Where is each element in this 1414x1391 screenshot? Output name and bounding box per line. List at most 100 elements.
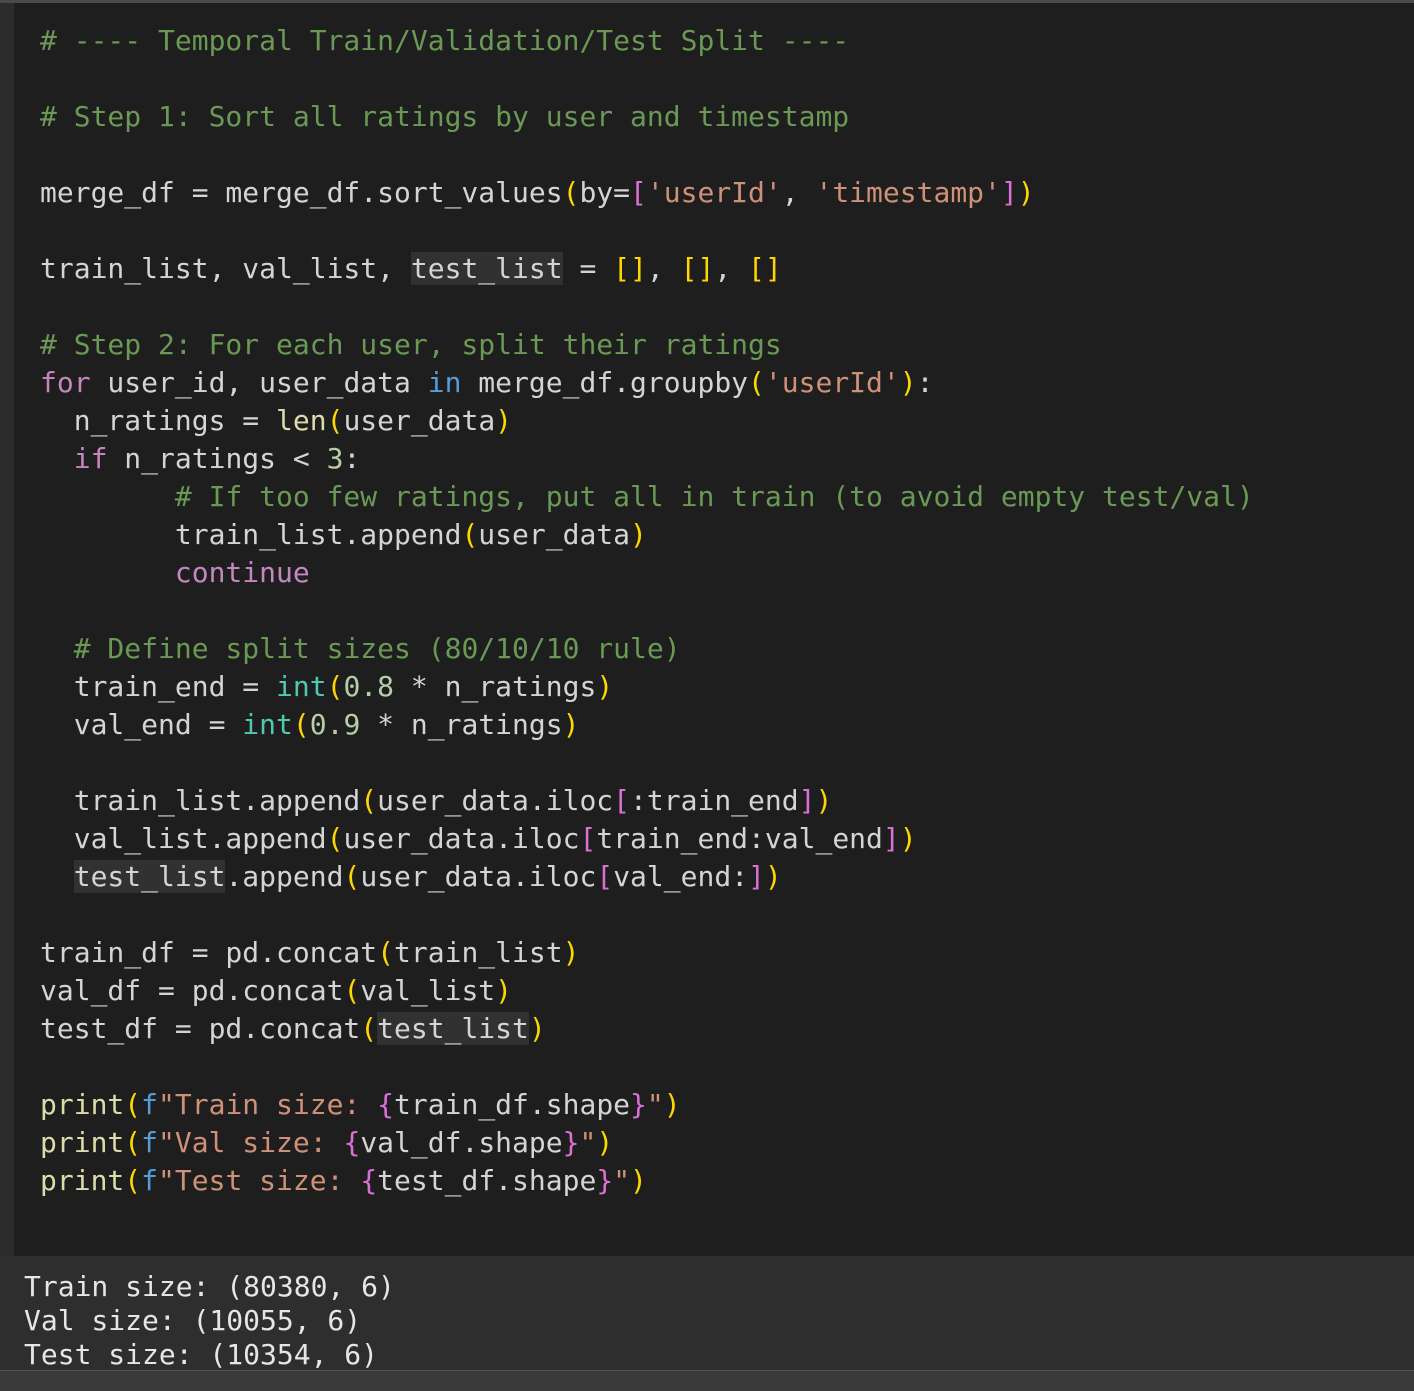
- code-token: test_df = pd.concat: [40, 1012, 361, 1045]
- code-token: }: [562, 1126, 580, 1159]
- code-line: train_list.append(user_data.iloc[:train_…: [40, 782, 1254, 820]
- code-line: test_list.append(user_data.iloc[val_end:…: [40, 858, 1254, 896]
- code-token: 0.9: [309, 708, 361, 741]
- code-line: train_list.append(user_data): [40, 516, 1254, 554]
- code-line: # Define split sizes (80/10/10 rule): [40, 630, 1254, 668]
- code-token: ): [528, 1012, 546, 1045]
- code-token: ): [1017, 176, 1035, 209]
- code-token: ): [495, 974, 513, 1007]
- code-token: (: [461, 518, 479, 551]
- code-token: 'userId': [764, 366, 900, 399]
- code-line: # Step 2: For each user, split their rat…: [40, 326, 1254, 364]
- code-token: (: [326, 670, 344, 703]
- code-token: in: [427, 366, 462, 399]
- code-token: continue: [174, 556, 310, 589]
- code-token: ): [663, 1088, 681, 1121]
- code-token: ]: [882, 822, 900, 855]
- code-token: [: [579, 822, 597, 855]
- code-line: # Step 1: Sort all ratings by user and t…: [40, 98, 1254, 136]
- code-block[interactable]: # ---- Temporal Train/Validation/Test Sp…: [40, 22, 1254, 1200]
- code-token: test_list: [410, 252, 563, 285]
- code-token: "Val size:: [158, 1126, 344, 1159]
- code-token: len: [276, 404, 327, 437]
- code-token: ): [899, 366, 917, 399]
- code-line: # If too few ratings, put all in train (…: [40, 478, 1254, 516]
- code-token: :: [343, 442, 361, 475]
- code-token: * n_ratings: [394, 670, 597, 703]
- code-token: ): [596, 1126, 614, 1159]
- code-token: print: [40, 1126, 125, 1159]
- code-token: f: [141, 1164, 159, 1197]
- code-token: ): [630, 1164, 647, 1197]
- code-token: val_df.shape: [360, 1126, 563, 1159]
- code-token: train_list.append: [40, 518, 462, 551]
- code-token: for: [40, 366, 91, 399]
- code-line: val_end = int(0.9 * n_ratings): [40, 706, 1254, 744]
- code-token: .append: [225, 860, 344, 893]
- code-token: # Step 1: Sort all ratings by user and t…: [40, 100, 850, 133]
- code-line: test_df = pd.concat(test_list): [40, 1010, 1254, 1048]
- code-line: print(f"Train size: {train_df.shape}"): [40, 1086, 1254, 1124]
- code-token: train_df.shape: [394, 1088, 631, 1121]
- code-token: * n_ratings: [360, 708, 563, 741]
- code-token: [: [613, 784, 631, 817]
- code-line: train_df = pd.concat(train_list): [40, 934, 1254, 972]
- output-line: Train size: (80380, 6): [24, 1270, 395, 1303]
- code-token: f: [141, 1088, 159, 1121]
- code-token: (: [343, 860, 361, 893]
- code-token: {: [343, 1126, 361, 1159]
- code-token: (: [326, 822, 344, 855]
- code-token: val_list: [360, 974, 496, 1007]
- cell-output: Train size: (80380, 6) Val size: (10055,…: [0, 1256, 1414, 1370]
- code-line: train_end = int(0.8 * n_ratings): [40, 668, 1254, 706]
- code-token: [: [630, 176, 647, 209]
- code-token: }: [596, 1164, 614, 1197]
- code-line: for user_id, user_data in merge_df.group…: [40, 364, 1254, 402]
- code-token: val_end =: [40, 708, 243, 741]
- code-token: []: [680, 252, 715, 285]
- code-cell-editor[interactable]: # ---- Temporal Train/Validation/Test Sp…: [14, 3, 1414, 1256]
- code-line: val_df = pd.concat(val_list): [40, 972, 1254, 1010]
- bottom-scrollbar[interactable]: [0, 1370, 1414, 1391]
- code-token: ): [562, 708, 580, 741]
- code-line: train_list, val_list, test_list = [], []…: [40, 250, 1254, 288]
- code-token: ): [562, 936, 580, 969]
- code-token: user_data.iloc: [377, 784, 614, 817]
- code-token: f: [141, 1126, 159, 1159]
- code-token: (: [124, 1088, 142, 1121]
- output-text: Train size: (80380, 6) Val size: (10055,…: [24, 1270, 395, 1370]
- code-token: 'timestamp': [815, 176, 1001, 209]
- cell-gutter: [0, 3, 14, 1256]
- code-token: int: [242, 708, 293, 741]
- code-token: ): [630, 518, 647, 551]
- code-token: ): [815, 784, 833, 817]
- code-token: =: [562, 252, 614, 285]
- code-line: merge_df = merge_df.sort_values(by=['use…: [40, 174, 1254, 212]
- code-token: val_df = pd.concat: [40, 974, 344, 1007]
- code-token: n_ratings <: [107, 442, 327, 475]
- code-token: ): [899, 822, 917, 855]
- code-token: user_id, user_data: [90, 366, 428, 399]
- code-token: merge_df.groupby: [461, 366, 749, 399]
- code-token: (: [562, 176, 580, 209]
- code-token: # ---- Temporal Train/Validation/Test Sp…: [40, 24, 850, 57]
- code-token: {: [360, 1164, 378, 1197]
- code-token: (: [360, 1012, 378, 1045]
- code-token: (: [360, 784, 378, 817]
- code-token: (: [343, 974, 361, 1007]
- code-token: (: [748, 366, 765, 399]
- code-line: val_list.append(user_data.iloc[train_end…: [40, 820, 1254, 858]
- code-token: # Define split sizes (80/10/10 rule): [73, 632, 681, 665]
- code-token: (: [377, 936, 395, 969]
- code-token: test_list: [73, 860, 226, 893]
- code-token: }: [630, 1088, 647, 1121]
- code-token: train_df = pd.concat: [40, 936, 378, 969]
- code-token: int: [276, 670, 327, 703]
- code-token: (: [124, 1126, 142, 1159]
- code-token: train_list.append: [40, 784, 361, 817]
